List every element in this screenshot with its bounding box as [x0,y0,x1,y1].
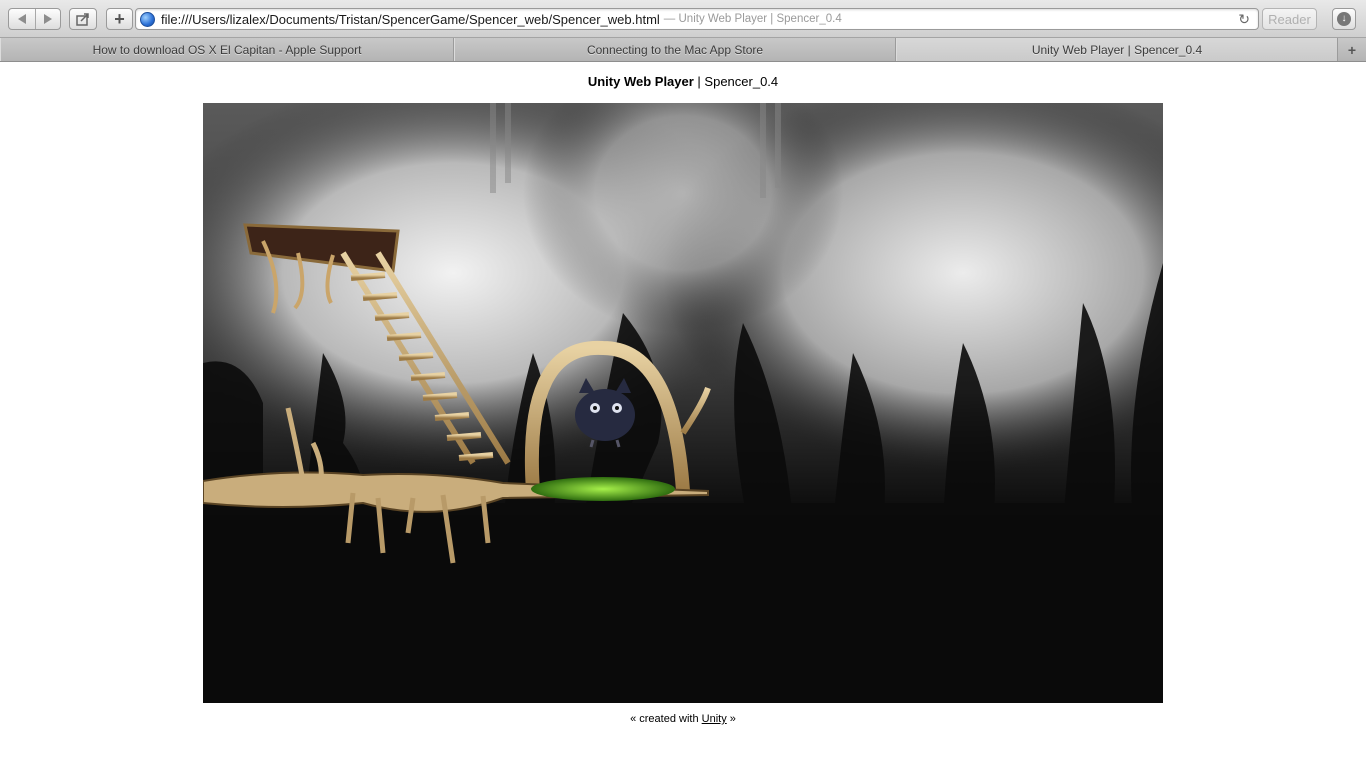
footer-suffix: » [726,713,736,725]
page-title-bold: Unity Web Player [587,74,694,89]
page-footer: « created with Unity » [0,713,1366,725]
back-button[interactable] [9,9,35,29]
back-arrow-icon [17,14,26,24]
share-icon [76,12,89,26]
url-page-title: — Unity Web Player | Spencer_0.4 [663,13,842,25]
share-button[interactable] [69,8,97,30]
unity-link[interactable]: Unity [702,713,727,725]
forward-arrow-icon [43,14,52,24]
page-title-separator: | [693,74,705,89]
unity-game-canvas[interactable] [203,103,1163,703]
url-text: file:///Users/lizalex/Documents/Tristan/… [161,11,660,27]
address-bar[interactable]: file:///Users/lizalex/Documents/Tristan/… [135,8,1259,30]
add-bookmark-button[interactable]: + [106,8,133,30]
tab-unity-web-player[interactable]: Unity Web Player | Spencer_0.4 [896,38,1338,61]
nav-button-group [8,8,61,30]
footer-prefix: « created with [630,713,702,725]
downloads-button[interactable]: ↓ [1332,8,1356,30]
reader-button[interactable]: Reader [1262,8,1317,30]
page-title: Unity Web Player | Spencer_0.4 [0,74,1366,89]
download-icon: ↓ [1337,12,1351,26]
forward-button[interactable] [34,9,61,29]
plus-icon: + [1347,41,1357,58]
tab-bar: How to download OS X El Capitan - Apple … [0,38,1366,62]
reload-icon[interactable]: ↻ [1238,11,1250,28]
game-scene [203,103,1163,703]
page-title-rest: Spencer_0.4 [704,74,779,89]
tab-mac-app-store[interactable]: Connecting to the Mac App Store [454,38,896,61]
plus-icon: + [114,9,125,29]
new-tab-button[interactable]: + [1338,38,1366,61]
globe-icon [140,11,155,27]
tab-apple-support[interactable]: How to download OS X El Capitan - Apple … [0,38,454,61]
browser-toolbar: + file:///Users/lizalex/Documents/Trista… [0,0,1366,38]
moss-pad [531,477,675,501]
